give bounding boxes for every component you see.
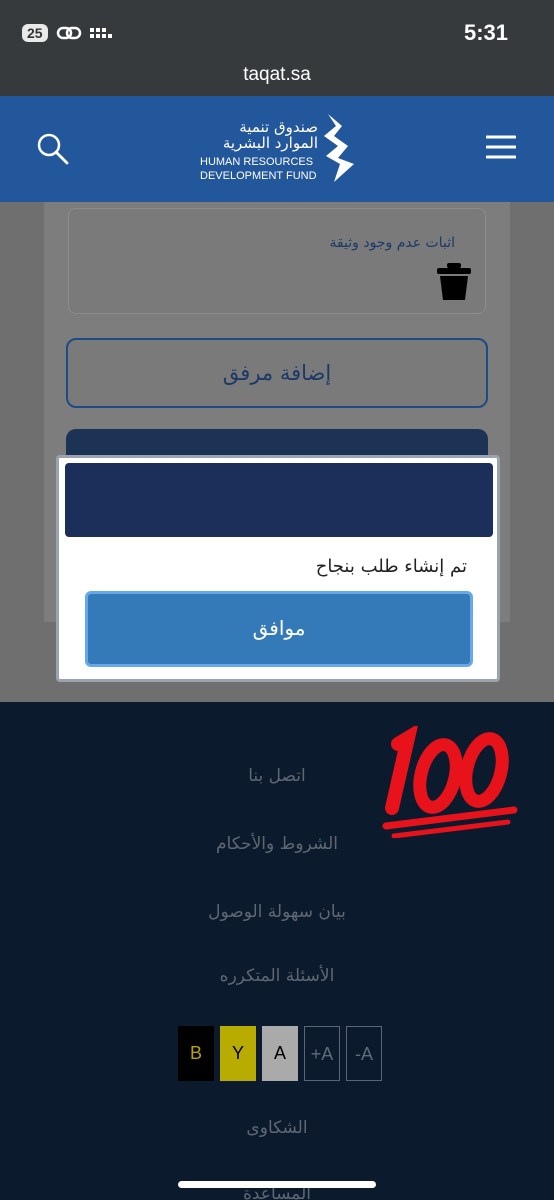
- trash-icon[interactable]: [437, 263, 471, 305]
- footer-link-contact[interactable]: اتصل بنا: [0, 766, 554, 786]
- dialog-header: [65, 463, 493, 537]
- battery-indicator: 25: [22, 24, 48, 42]
- font-increase-button[interactable]: +A: [304, 1026, 340, 1081]
- hrdf-logo[interactable]: صندوق تنمية الموارد البشرية HUMAN RESOUR…: [196, 112, 366, 186]
- logo-english-line2: DEVELOPMENT FUND: [200, 170, 317, 182]
- status-bar: 25 5:31: [0, 0, 554, 58]
- dialog-message: تم إنشاء طلب بنجاح: [315, 556, 467, 577]
- logo-mark-icon: [324, 114, 354, 182]
- footer-link-faq[interactable]: الأسئلة المتكرره: [0, 966, 554, 986]
- contrast-black-button[interactable]: B: [178, 1026, 214, 1081]
- font-decrease-button[interactable]: -A: [346, 1026, 382, 1081]
- site-header: صندوق تنمية الموارد البشرية HUMAN RESOUR…: [0, 96, 554, 202]
- add-attachment-button[interactable]: إضافة مرفق: [66, 338, 488, 408]
- contrast-yellow-button[interactable]: Y: [220, 1026, 256, 1081]
- logo-arabic-line2: الموارد البشرية: [222, 134, 318, 152]
- ok-button[interactable]: موافق: [85, 591, 473, 667]
- footer-link-accessibility[interactable]: بيان سهولة الوصول: [0, 902, 554, 922]
- document-card: اثبات عدم وجود وثيقة: [68, 208, 486, 314]
- search-icon[interactable]: [36, 132, 70, 170]
- accessibility-controls: B Y A +A -A: [178, 1026, 382, 1081]
- address-bar[interactable]: taqat.sa: [0, 58, 554, 96]
- status-left: 25: [22, 24, 112, 42]
- site-footer: اتصل بنا الشروط والأحكام بيان سهولة الوص…: [0, 702, 554, 1200]
- footer-link-complaints[interactable]: الشكاوى: [0, 1118, 554, 1138]
- footer-link-terms[interactable]: الشروط والأحكام: [0, 834, 554, 854]
- clock: 5:31: [463, 20, 508, 45]
- document-label: اثبات عدم وجود وثيقة: [329, 235, 455, 251]
- signal-icon: [89, 28, 112, 38]
- menu-icon[interactable]: [485, 134, 517, 164]
- logo-english-line1: HUMAN RESOURCES: [200, 156, 314, 168]
- home-indicator[interactable]: [178, 1181, 376, 1188]
- contrast-default-button[interactable]: A: [262, 1026, 298, 1081]
- success-dialog: تم إنشاء طلب بنجاح موافق: [56, 455, 500, 682]
- link-icon: [56, 26, 81, 40]
